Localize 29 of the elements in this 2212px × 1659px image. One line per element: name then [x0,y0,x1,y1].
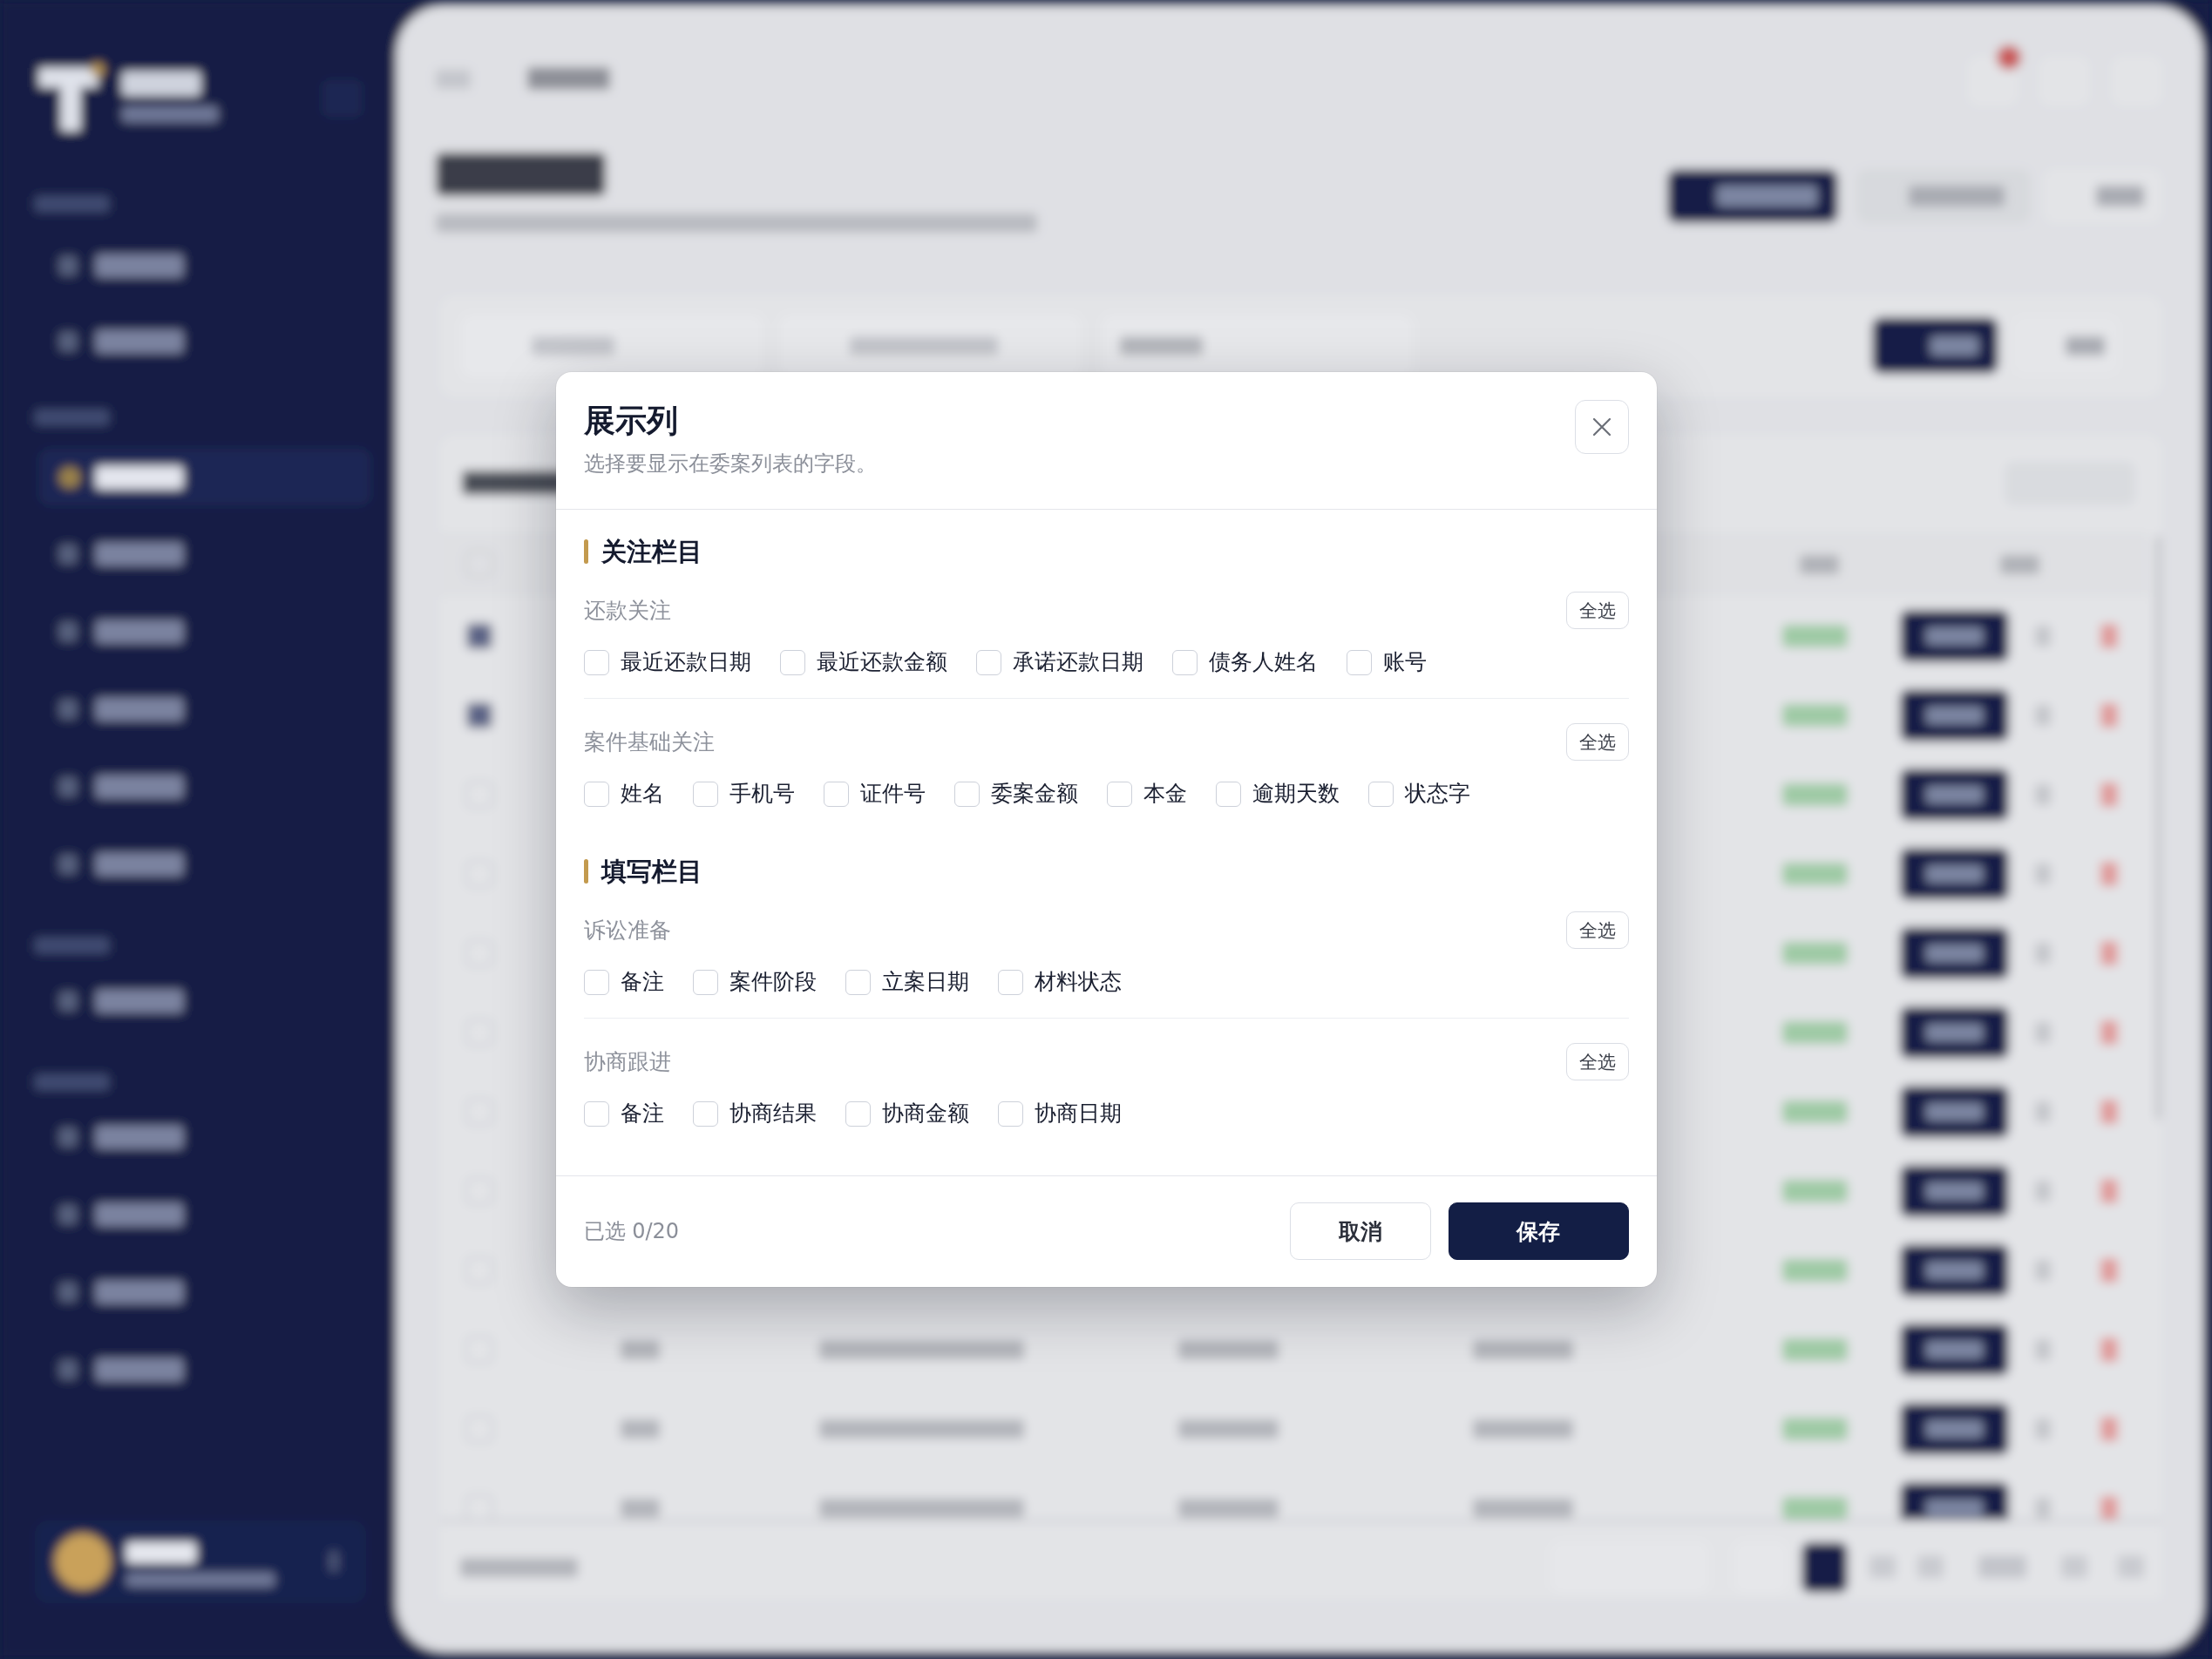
checkbox-label: 逾期天数 [1252,780,1340,808]
group-label: 协商跟进 [583,1047,671,1076]
checkbox-label: 姓名 [620,780,664,808]
selected-count: 已选 0/20 [583,1218,680,1244]
dialog-title: 展示列 [583,402,679,440]
checkbox-label: 承诺还款日期 [1012,648,1143,676]
checkbox-label: 协商结果 [729,1100,817,1127]
group-label: 案件基础关注 [583,728,715,756]
checkbox-label: 最近还款金额 [816,648,947,676]
checkbox-label: 最近还款日期 [620,648,751,676]
group-label: 还款关注 [583,596,671,625]
dialog-subtitle: 选择要显示在委案列表的字段。 [583,450,877,477]
checkbox-label: 协商金额 [881,1100,969,1127]
checkbox-label: 账号 [1382,648,1427,676]
checkbox-label: 材料状态 [1034,968,1122,996]
checkbox-label: 本金 [1143,780,1187,808]
checkbox-label: 备注 [620,1100,664,1127]
checkbox-label: 证件号 [859,780,926,808]
section-title: 关注栏目 [600,536,702,567]
checkbox-label: 状态字 [1404,780,1470,808]
group-label: 诉讼准备 [583,916,671,945]
checkbox-label: 协商日期 [1034,1100,1122,1127]
section-title: 填写栏目 [600,856,702,887]
checkbox-label: 立案日期 [881,968,969,996]
checkbox-label: 备注 [620,968,664,996]
checkbox-label: 手机号 [729,780,795,808]
checkbox-label: 债务人姓名 [1208,648,1318,676]
checkbox-label: 案件阶段 [729,968,817,996]
checkbox-label: 委案金额 [990,780,1078,808]
